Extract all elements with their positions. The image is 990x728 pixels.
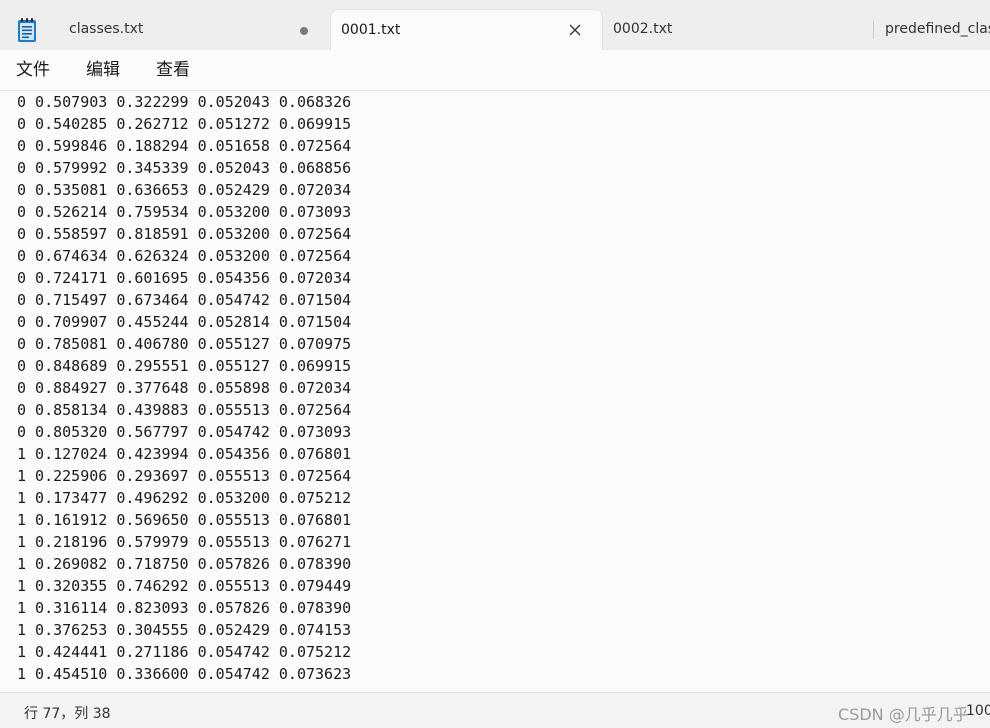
unsaved-dot-icon — [300, 27, 308, 35]
editor-line: 0 0.785081 0.406780 0.055127 0.070975 — [17, 335, 352, 353]
menu-view[interactable]: 查看 — [156, 59, 190, 81]
editor-lines: 0 0.507903 0.322299 0.052043 0.068326 0 0… — [17, 91, 351, 685]
text-editor[interactable]: 0 0.507903 0.322299 0.052043 0.068326 0 0… — [0, 91, 990, 691]
tab-label: classes.txt — [69, 21, 144, 37]
notepad-icon — [18, 18, 36, 42]
status-bar: 行 77，列 38 CSDN @几乎几乎 100% — [0, 692, 990, 728]
tab-predefined-classes[interactable]: predefined_clas — [874, 9, 990, 50]
editor-line: 1 0.173477 0.496292 0.053200 0.075212 — [17, 489, 352, 507]
editor-line: 0 0.526214 0.759534 0.053200 0.073093 — [17, 203, 352, 221]
editor-line: 1 0.225906 0.293697 0.055513 0.072564 — [17, 467, 352, 485]
editor-line: 0 0.599846 0.188294 0.051658 0.072564 — [17, 137, 352, 155]
watermark: CSDN @几乎几乎 — [838, 705, 969, 724]
editor-line: 0 0.884927 0.377648 0.055898 0.072034 — [17, 379, 352, 397]
tab-classes-txt[interactable]: classes.txt — [55, 9, 327, 50]
tab-label: 0001.txt — [341, 22, 401, 38]
editor-line: 0 0.858134 0.439883 0.055513 0.072564 — [17, 401, 352, 419]
editor-line: 0 0.579992 0.345339 0.052043 0.068856 — [17, 159, 352, 177]
editor-line: 1 0.127024 0.423994 0.054356 0.076801 — [17, 445, 352, 463]
menu-bar: 文件 编辑 查看 — [0, 50, 990, 91]
editor-line: 1 0.218196 0.579979 0.055513 0.076271 — [17, 533, 352, 551]
tab-label: 0002.txt — [613, 21, 673, 37]
editor-line: 0 0.535081 0.636653 0.052429 0.072034 — [17, 181, 352, 199]
tab-label: predefined_clas — [885, 21, 990, 37]
editor-line: 0 0.674634 0.626324 0.053200 0.072564 — [17, 247, 352, 265]
editor-line: 1 0.320355 0.746292 0.055513 0.079449 — [17, 577, 352, 595]
close-icon[interactable] — [568, 23, 582, 37]
cursor-position: 行 77，列 38 — [24, 706, 111, 722]
menu-file[interactable]: 文件 — [16, 59, 50, 81]
editor-line: 0 0.724171 0.601695 0.054356 0.072034 — [17, 269, 352, 287]
editor-line: 1 0.376253 0.304555 0.052429 0.074153 — [17, 621, 352, 639]
editor-line: 0 0.715497 0.673464 0.054742 0.071504 — [17, 291, 352, 309]
zoom-level[interactable]: 100% — [966, 703, 990, 719]
editor-line: 0 0.805320 0.567797 0.054742 0.073093 — [17, 423, 352, 441]
menu-edit[interactable]: 编辑 — [86, 59, 120, 81]
editor-line: 1 0.269082 0.718750 0.057826 0.078390 — [17, 555, 352, 573]
tab-strip: classes.txt 0001.txt 0002.txt predefined… — [0, 0, 990, 50]
editor-line: 1 0.161912 0.569650 0.055513 0.076801 — [17, 511, 352, 529]
tab-0002-txt[interactable]: 0002.txt — [604, 9, 870, 50]
editor-line: 1 0.424441 0.271186 0.054742 0.075212 — [17, 643, 352, 661]
editor-line: 1 0.454510 0.336600 0.054742 0.073623 — [17, 665, 352, 683]
editor-line: 0 0.848689 0.295551 0.055127 0.069915 — [17, 357, 352, 375]
editor-line: 0 0.558597 0.818591 0.053200 0.072564 — [17, 225, 352, 243]
tab-0001-txt[interactable]: 0001.txt — [330, 9, 603, 50]
editor-line: 0 0.709907 0.455244 0.052814 0.071504 — [17, 313, 352, 331]
editor-line: 0 0.507903 0.322299 0.052043 0.068326 — [17, 93, 352, 111]
editor-line: 0 0.540285 0.262712 0.051272 0.069915 — [17, 115, 352, 133]
editor-line: 1 0.316114 0.823093 0.057826 0.078390 — [17, 599, 352, 617]
